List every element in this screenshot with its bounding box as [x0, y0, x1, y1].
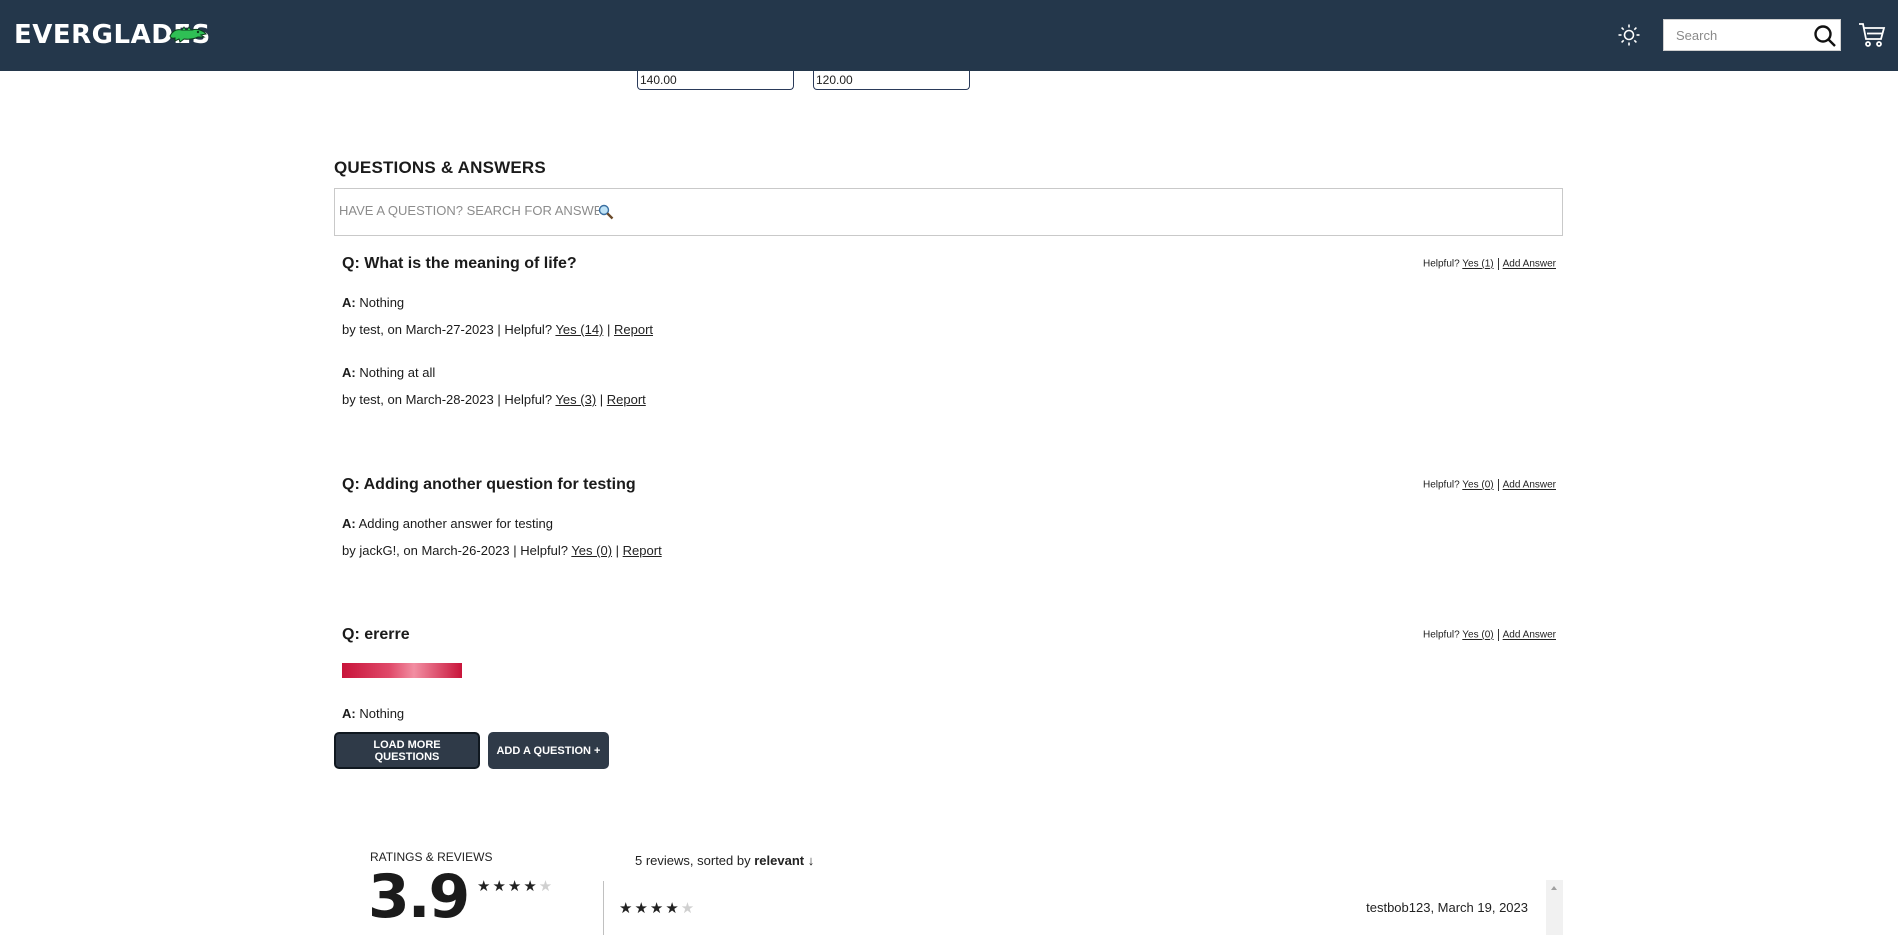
question-actions: Helpful? Yes (0) Add Answer: [1423, 629, 1556, 641]
question-text: Q: What is the meaning of life?: [342, 255, 577, 272]
reviews-scrollbar[interactable]: [1546, 880, 1563, 935]
star-empty-icon: ★: [538, 878, 555, 895]
answer-prefix: A:: [342, 295, 356, 310]
question-actions: Helpful? Yes (0) Add Answer: [1423, 479, 1556, 491]
answer-meta: by test, on March-28-2023 | Helpful? Yes…: [342, 392, 646, 407]
divider: [1497, 629, 1499, 641]
header-search: [1663, 19, 1841, 51]
star-empty-icon: ★: [680, 900, 697, 917]
add-answer-link[interactable]: Add Answer: [1503, 480, 1556, 491]
alligator-logo-icon: [168, 22, 208, 51]
questions-list[interactable]: Q: What is the meaning of life? Helpful?…: [334, 245, 1574, 725]
star-full-icon: ★★★★: [477, 878, 539, 895]
ratings-divider: [603, 881, 604, 935]
review-card: ★★★★★ testbob123, March 19, 2023: [616, 880, 1546, 935]
report-link[interactable]: Report: [614, 322, 653, 337]
answer-meta-text: by test, on March-28-2023 | Helpful?: [342, 392, 553, 407]
question-photo-thumbnail[interactable]: [342, 663, 462, 678]
answer-text: A: Nothing: [342, 295, 404, 310]
answer-prefix: A:: [342, 365, 356, 380]
cart-icon[interactable]: [1858, 22, 1886, 53]
star-full-icon: ★★★★: [619, 900, 681, 917]
reviews-count: 5 reviews, sorted by: [635, 853, 751, 868]
qa-search-input[interactable]: [339, 203, 599, 218]
top-nav-bar: EVERGLADES: [0, 0, 1898, 71]
divider: [1497, 258, 1499, 270]
answer-text: A: Nothing at all: [342, 365, 435, 380]
scroll-up-icon[interactable]: [1551, 886, 1557, 890]
answer-meta: by test, on March-27-2023 | Helpful? Yes…: [342, 322, 654, 337]
divider: [1497, 479, 1499, 491]
load-more-questions-button[interactable]: LOAD MORE QUESTIONS: [334, 732, 480, 769]
sort-arrow-icon[interactable]: ↓: [808, 853, 815, 868]
magnifier-icon: [598, 204, 614, 225]
answer-body: Nothing: [359, 295, 405, 310]
reviews-sort-bar: 5 reviews, sorted by relevant ↓: [635, 853, 814, 868]
question-helpful-yes[interactable]: Yes (0): [1462, 480, 1493, 491]
helpful-label: Helpful?: [1422, 629, 1460, 641]
report-link[interactable]: Report: [607, 392, 646, 407]
review-user-date: testbob123, March 19, 2023: [1366, 900, 1528, 915]
helpful-label: Helpful?: [1422, 479, 1460, 491]
answer-prefix: A:: [342, 516, 356, 531]
question-text: Q: Adding another question for testing: [342, 476, 636, 493]
qa-section-title: QUESTIONS & ANSWERS: [334, 158, 546, 177]
add-answer-link[interactable]: Add Answer: [1503, 259, 1556, 270]
sun-icon[interactable]: [1617, 23, 1641, 52]
answer-body: Adding another answer for testing: [358, 516, 554, 531]
answer-body: Nothing: [359, 706, 405, 721]
qa-search-box: [334, 188, 1563, 236]
answer-helpful-yes[interactable]: Yes (0): [571, 543, 612, 558]
add-answer-link[interactable]: Add Answer: [1503, 630, 1556, 641]
answer-meta: by jackG!, on March-26-2023 | Helpful? Y…: [342, 543, 662, 558]
answer-meta-text: by test, on March-27-2023 | Helpful?: [342, 322, 553, 337]
answer-body: Nothing at all: [359, 365, 436, 380]
answer-prefix: A:: [342, 706, 356, 721]
average-rating: 3.9: [368, 862, 470, 932]
header-search-input[interactable]: [1664, 20, 1816, 50]
review-stars: ★★★★★: [619, 899, 696, 917]
question-text: Q: ererre: [342, 626, 410, 643]
answer-meta-text: by jackG!, on March-26-2023 | Helpful?: [342, 543, 568, 558]
add-question-button[interactable]: ADD A QUESTION +: [488, 732, 609, 769]
question-helpful-yes[interactable]: Yes (1): [1462, 259, 1493, 270]
search-icon[interactable]: [1812, 23, 1838, 54]
helpful-label: Helpful?: [1422, 258, 1460, 270]
question-helpful-yes[interactable]: Yes (0): [1462, 630, 1493, 641]
sort-dropdown[interactable]: relevant: [754, 853, 804, 868]
average-stars: ★★★★★: [477, 877, 554, 895]
question-actions: Helpful? Yes (1) Add Answer: [1423, 258, 1556, 270]
answer-text: A: Nothing: [342, 706, 404, 721]
answer-helpful-yes[interactable]: Yes (3): [555, 392, 596, 407]
price-max-input[interactable]: 120.00: [813, 71, 970, 90]
answer-text: A: Adding another answer for testing: [342, 516, 553, 531]
answer-helpful-yes[interactable]: Yes (14): [555, 322, 603, 337]
price-min-input[interactable]: 140.00: [637, 71, 794, 90]
report-link[interactable]: Report: [623, 543, 662, 558]
